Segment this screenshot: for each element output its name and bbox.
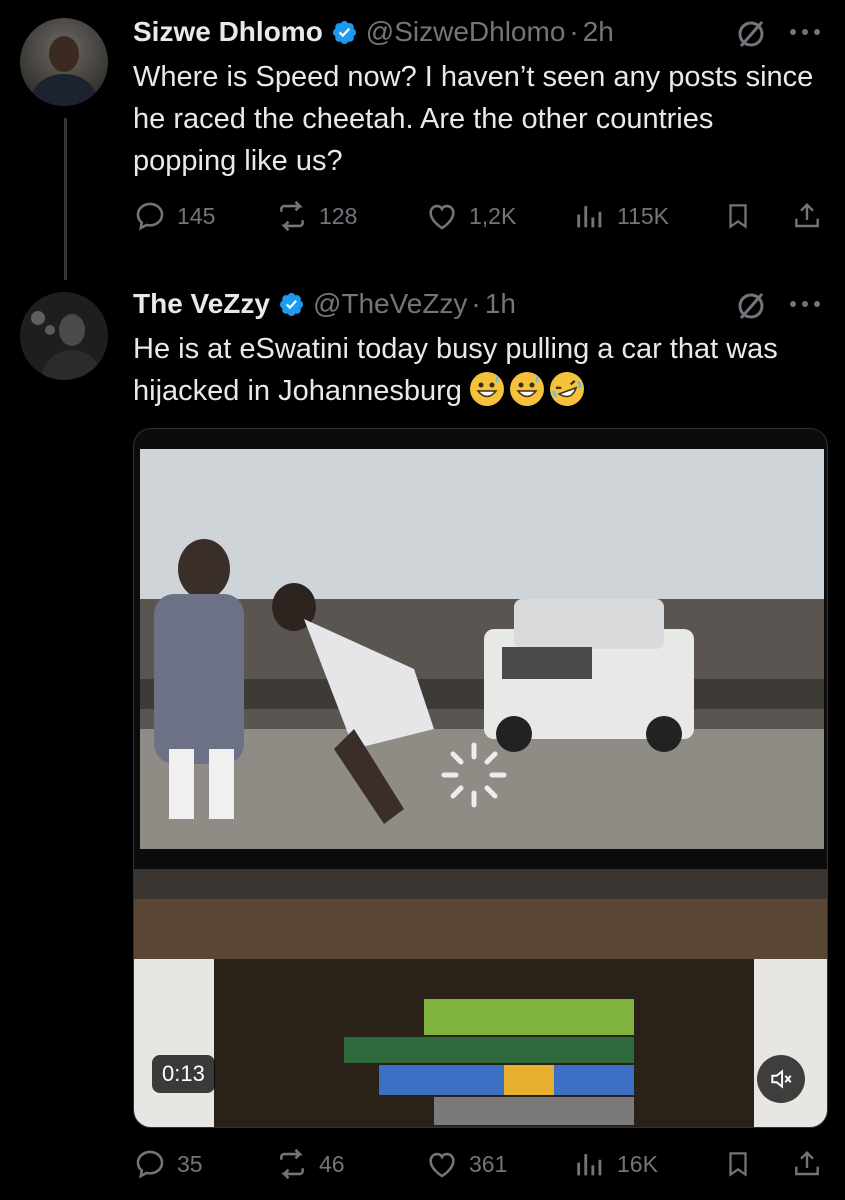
tweet-header: Sizwe Dhlomo @SizweDhlomo · 2h [133, 16, 614, 48]
repost-count: 128 [319, 202, 358, 229]
reply-button[interactable]: 35 [133, 1144, 203, 1184]
share-icon[interactable] [791, 199, 823, 233]
action-bar: 35 46 361 16K [133, 1144, 823, 1184]
timestamp[interactable]: 1h [485, 288, 516, 320]
reply-icon [136, 1150, 164, 1179]
rolling-on-the-floor-laughing-icon [545, 367, 589, 411]
display-name[interactable]: The VeZzy [133, 288, 270, 320]
speaker-muted-icon [771, 1069, 792, 1089]
heart-icon [429, 204, 455, 230]
repost-count: 46 [319, 1150, 345, 1177]
views-button[interactable]: 115K [573, 196, 669, 236]
more-icon[interactable] [788, 26, 822, 38]
views-button[interactable]: 16K [573, 1144, 658, 1184]
tweet-text: Where is Speed now? I haven’t seen any p… [133, 61, 814, 177]
view-count: 115K [617, 202, 670, 229]
repost-icon [280, 1148, 304, 1180]
video-player[interactable]: 0:13 [133, 428, 828, 1128]
repost-icon [280, 200, 304, 232]
repost-button[interactable]: 46 [275, 1144, 345, 1184]
views-chart-icon [577, 206, 602, 228]
bookmark-icon[interactable] [723, 199, 753, 233]
grinning-face-with-sweat-icon [509, 372, 544, 406]
thread-connector-line [64, 118, 67, 280]
handle[interactable]: @SizweDhlomo [366, 16, 566, 48]
grok-icon[interactable] [735, 290, 767, 322]
handle[interactable]: @TheVeZzy [313, 288, 467, 320]
reply-icon [136, 202, 164, 231]
like-count: 361 [469, 1150, 508, 1177]
like-button[interactable]: 1,2K [425, 196, 516, 236]
timestamp[interactable]: 2h [583, 16, 614, 48]
action-bar: 145 128 1,2K 115K [133, 196, 823, 236]
verified-badge-icon [332, 20, 356, 44]
tweet-header: The VeZzy @TheVeZzy · 1h [133, 288, 516, 320]
video-duration: 0:13 [152, 1055, 215, 1093]
reply-count: 145 [177, 202, 216, 229]
avatar[interactable] [20, 292, 108, 380]
share-icon[interactable] [791, 1147, 823, 1181]
like-count: 1,2K [469, 202, 517, 229]
view-count: 16K [617, 1150, 658, 1177]
separator-dot: · [569, 16, 579, 47]
repost-button[interactable]: 128 [275, 196, 357, 236]
like-button[interactable]: 361 [425, 1144, 507, 1184]
tweet-text: He is at eSwatini today busy pulling a c… [133, 328, 823, 412]
mute-button[interactable] [757, 1055, 805, 1103]
grinning-face-with-sweat-icon [469, 372, 504, 406]
avatar[interactable] [20, 18, 108, 106]
video-thumbnail [134, 429, 827, 1127]
display-name[interactable]: Sizwe Dhlomo [133, 16, 323, 48]
reply-button[interactable]: 145 [133, 196, 215, 236]
reply-count: 35 [177, 1150, 203, 1177]
heart-icon [429, 1152, 455, 1178]
verified-badge-icon [279, 292, 303, 316]
views-chart-icon [577, 1154, 602, 1176]
grok-icon[interactable] [735, 18, 767, 50]
tweet-text-body: He is at eSwatini today busy pulling a c… [133, 333, 778, 407]
separator-dot: · [471, 288, 481, 319]
avatar-sizwe-image [20, 18, 108, 106]
bookmark-icon[interactable] [723, 1147, 753, 1181]
avatar-vezzy-image [20, 292, 108, 380]
more-icon[interactable] [788, 298, 822, 310]
